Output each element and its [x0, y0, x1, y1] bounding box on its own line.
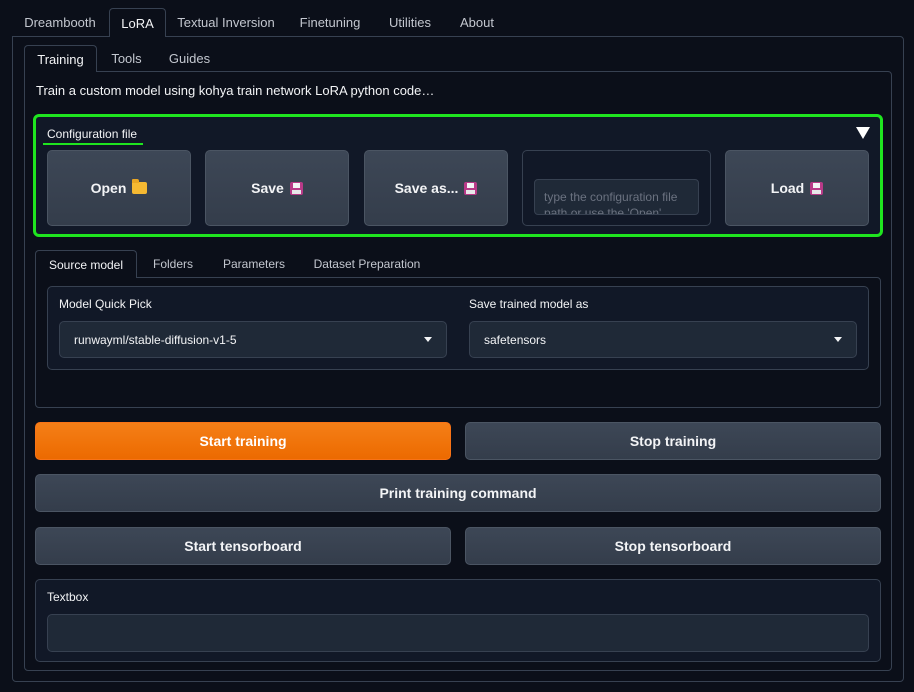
open-button-label: Open [90, 180, 127, 196]
floppy-disk-icon [289, 181, 303, 195]
save-button-label: Save [251, 180, 284, 196]
tab-lora[interactable]: LoRA [109, 8, 166, 37]
save-as-button[interactable]: Save as... [364, 150, 508, 226]
caret-down-icon [424, 337, 432, 342]
tab-tools[interactable]: Tools [103, 45, 150, 72]
tab-source-model[interactable]: Source model [35, 250, 137, 278]
output-textbox[interactable] [47, 614, 869, 652]
configuration-file-label: Configuration file [47, 127, 138, 141]
model-quick-pick-value: runwayml/stable-diffusion-v1-5 [74, 332, 237, 347]
load-button-label: Load [770, 180, 805, 196]
tab-utilities[interactable]: Utilities [380, 8, 440, 37]
tab-dreambooth[interactable]: Dreambooth [16, 8, 104, 37]
caret-down-icon [834, 337, 842, 342]
tab-dataset-preparation[interactable]: Dataset Preparation [306, 250, 428, 278]
triangle-down-icon[interactable] [856, 127, 870, 139]
floppy-disk-icon [464, 181, 478, 195]
save-trained-model-value: safetensors [484, 332, 547, 347]
stop-training-button[interactable]: Stop training [465, 422, 881, 460]
save-button[interactable]: Save [205, 150, 349, 226]
start-training-button[interactable]: Start training [35, 422, 451, 460]
folder-icon [132, 179, 148, 194]
stop-tensorboard-button[interactable]: Stop tensorboard [465, 527, 881, 565]
tab-about[interactable]: About [452, 8, 502, 37]
tab-parameters[interactable]: Parameters [215, 250, 293, 278]
model-quick-pick-label: Model Quick Pick [59, 297, 152, 311]
print-training-command-button[interactable]: Print training command [35, 474, 881, 512]
start-tensorboard-button[interactable]: Start tensorboard [35, 527, 451, 565]
config-path-input[interactable] [534, 179, 699, 215]
floppy-disk-icon [810, 181, 824, 195]
save-trained-model-select[interactable]: safetensors [469, 321, 857, 358]
tab-folders[interactable]: Folders [145, 250, 201, 278]
page-description: Train a custom model using kohya train n… [36, 83, 435, 98]
tab-finetuning[interactable]: Finetuning [292, 8, 368, 37]
textbox-label: Textbox [47, 590, 89, 604]
open-button[interactable]: Open [47, 150, 191, 226]
tab-textual-inversion[interactable]: Textual Inversion [172, 8, 280, 37]
label-underline [43, 143, 143, 145]
model-quick-pick-select[interactable]: runwayml/stable-diffusion-v1-5 [59, 321, 447, 358]
tab-training[interactable]: Training [24, 45, 97, 72]
load-button[interactable]: Load [725, 150, 869, 226]
save-as-button-label: Save as... [394, 180, 459, 196]
tab-guides[interactable]: Guides [160, 45, 219, 72]
save-trained-model-label: Save trained model as [469, 297, 589, 311]
